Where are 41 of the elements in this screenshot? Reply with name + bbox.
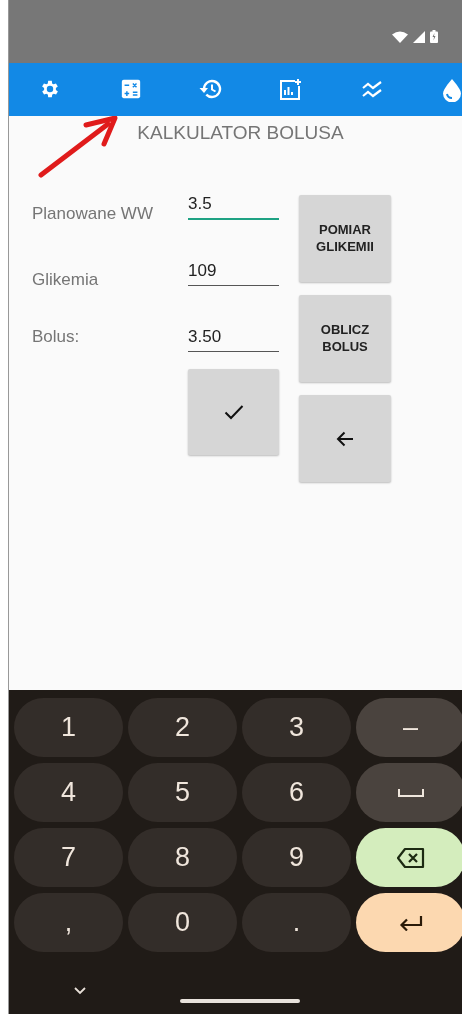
key[interactable]: 1	[14, 698, 123, 757]
action-button[interactable]: POMIAR GLIKEMII	[299, 195, 391, 282]
key[interactable]: 5	[128, 763, 237, 822]
space-icon	[397, 788, 424, 797]
calculator-icon[interactable]	[120, 78, 142, 100]
key[interactable]: 8	[128, 828, 237, 887]
space-key[interactable]	[356, 763, 462, 822]
chevron-down-icon[interactable]	[74, 987, 86, 995]
key[interactable]: 9	[242, 828, 351, 887]
enter-icon	[398, 914, 423, 931]
key[interactable]: 4	[14, 763, 123, 822]
key[interactable]: 3	[242, 698, 351, 757]
key[interactable]: 6	[242, 763, 351, 822]
key[interactable]: .	[242, 893, 351, 952]
backspace-key[interactable]	[356, 828, 462, 887]
back-arrow-icon	[336, 430, 354, 447]
key[interactable]: 0	[128, 893, 237, 952]
key[interactable]: 7	[14, 828, 123, 887]
key[interactable]: 2	[128, 698, 237, 757]
key[interactable]: ,	[14, 893, 123, 952]
signal-icon	[413, 30, 425, 43]
input-field[interactable]: 3.50	[188, 327, 279, 352]
field-label: Glikemia	[32, 270, 100, 290]
input-field[interactable]: 3.5	[188, 194, 279, 220]
check-icon	[223, 404, 244, 420]
battery-icon	[430, 30, 438, 43]
action-button[interactable]: OBLICZ BOLUS	[299, 295, 391, 382]
input-field[interactable]: 109	[188, 261, 279, 286]
gesture-handle[interactable]	[180, 999, 300, 1003]
settings-icon[interactable]	[39, 78, 61, 100]
drop-icon[interactable]	[442, 78, 462, 102]
history-icon[interactable]	[198, 78, 222, 100]
backspace-icon	[396, 846, 425, 869]
key[interactable]: –	[356, 698, 462, 757]
chart-add-icon[interactable]	[278, 78, 302, 102]
field-label: Planowane WW	[32, 204, 154, 224]
trend-lines-icon[interactable]	[361, 78, 383, 100]
field-label: Bolus:	[32, 327, 81, 347]
screen-title: KALKULATOR BOLUSA	[136, 122, 345, 144]
wifi-icon	[392, 30, 408, 43]
enter-key[interactable]	[356, 893, 462, 952]
